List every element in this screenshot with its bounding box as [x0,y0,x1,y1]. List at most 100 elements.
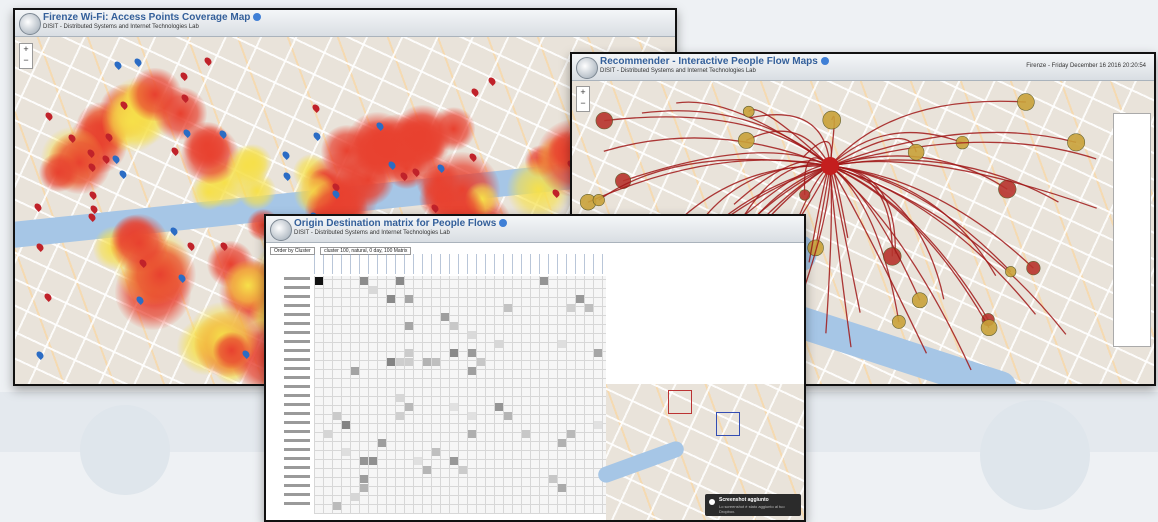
od-cell[interactable] [369,457,377,465]
od-cell[interactable] [450,322,458,330]
od-cell[interactable] [495,340,503,348]
od-cell[interactable] [558,484,566,492]
od-cell[interactable] [459,466,467,474]
flow-node[interactable] [592,194,605,207]
od-cell[interactable] [396,394,404,402]
dropbox-toast[interactable]: Screenshot aggiunto Lo screenshot è stat… [705,494,801,516]
od-cell[interactable] [567,304,575,312]
od-cell[interactable] [315,277,323,285]
map-pin-icon[interactable] [87,211,98,222]
map-pin-icon[interactable] [399,171,410,182]
od-cell[interactable] [405,358,413,366]
od-cell[interactable] [387,358,395,366]
map-pin-icon[interactable] [310,103,321,113]
od-cell[interactable] [396,358,404,366]
map-pin-icon[interactable] [218,240,229,251]
map-pin-icon[interactable] [467,152,478,162]
flow-node[interactable] [822,110,842,130]
map-pin-icon[interactable] [170,146,181,157]
flow-node[interactable] [1017,93,1035,111]
flow-node[interactable] [980,319,998,337]
od-cell[interactable] [540,277,548,285]
od-cell[interactable] [522,430,530,438]
map-pin-icon[interactable] [374,120,385,131]
map-pin-icon[interactable] [311,131,322,142]
od-cell[interactable] [594,421,602,429]
od-cell[interactable] [396,412,404,420]
map-pin-icon[interactable] [86,161,97,172]
map-pin-icon[interactable] [411,167,422,178]
map-pin-icon[interactable] [113,59,124,70]
od-cell[interactable] [450,457,458,465]
od-cell[interactable] [432,448,440,456]
map-pin-icon[interactable] [281,171,292,181]
od-cell[interactable] [405,295,413,303]
od-mini-map[interactable]: Screenshot aggiunto Lo screenshot è stat… [595,384,804,520]
od-cell[interactable] [594,349,602,357]
map-pin-icon[interactable] [181,128,192,139]
map-pin-icon[interactable] [436,163,447,174]
od-cell[interactable] [450,403,458,411]
od-cell[interactable] [351,367,359,375]
map-legend-panel[interactable] [1113,113,1151,347]
flow-hub[interactable] [821,157,839,175]
flow-node[interactable] [737,132,755,149]
map-pin-icon[interactable] [241,349,252,360]
map-pin-icon[interactable] [280,149,291,160]
map-pin-icon[interactable] [487,76,498,86]
help-icon[interactable] [253,13,262,22]
od-cell[interactable] [468,430,476,438]
flow-node[interactable] [1026,261,1041,276]
flow-node[interactable] [1005,266,1017,278]
od-cell[interactable] [423,466,431,474]
map-pin-icon[interactable] [35,349,46,360]
origin-area[interactable] [668,390,692,414]
od-cell[interactable] [468,331,476,339]
map-pin-icon[interactable] [551,188,562,199]
od-cell[interactable] [567,430,575,438]
od-cell[interactable] [333,502,341,510]
od-cell[interactable] [333,412,341,420]
od-cell[interactable] [351,493,359,501]
od-matrix-grid[interactable] [314,276,606,514]
map-pin-icon[interactable] [218,128,229,139]
od-cell[interactable] [549,475,557,483]
flow-node[interactable] [911,292,928,309]
od-cell[interactable] [585,304,593,312]
map-pin-icon[interactable] [67,133,78,143]
od-cell[interactable] [396,277,404,285]
od-cell[interactable] [423,358,431,366]
od-cell[interactable] [414,457,422,465]
od-cell[interactable] [450,349,458,357]
map-pin-icon[interactable] [100,154,111,165]
map-pin-icon[interactable] [135,294,145,305]
od-cell[interactable] [360,475,368,483]
od-cell[interactable] [342,448,350,456]
od-cell[interactable] [405,349,413,357]
map-pin-icon[interactable] [86,147,96,158]
od-cell[interactable] [468,412,476,420]
flow-node[interactable] [907,143,925,161]
map-pin-icon[interactable] [179,71,190,82]
od-cell[interactable] [432,358,440,366]
od-cell[interactable] [378,439,386,447]
map-pin-icon[interactable] [331,188,342,199]
map-pin-icon[interactable] [469,87,480,97]
map-pin-icon[interactable] [387,159,398,170]
od-cell[interactable] [387,295,395,303]
od-cell[interactable] [342,421,350,429]
map-pin-icon[interactable] [203,56,214,66]
map-pin-icon[interactable] [177,272,187,283]
flow-node[interactable] [1067,133,1086,152]
od-cell[interactable] [360,277,368,285]
od-cell[interactable] [324,430,332,438]
od-cell[interactable] [405,403,413,411]
map-pin-icon[interactable] [111,153,121,164]
od-cell[interactable] [495,403,503,411]
map-pin-icon[interactable] [119,100,130,111]
map-pin-icon[interactable] [133,56,144,67]
od-cell[interactable] [576,295,584,303]
map-pin-icon[interactable] [33,202,44,213]
map-pin-icon[interactable] [429,203,440,214]
od-cell[interactable] [405,322,413,330]
